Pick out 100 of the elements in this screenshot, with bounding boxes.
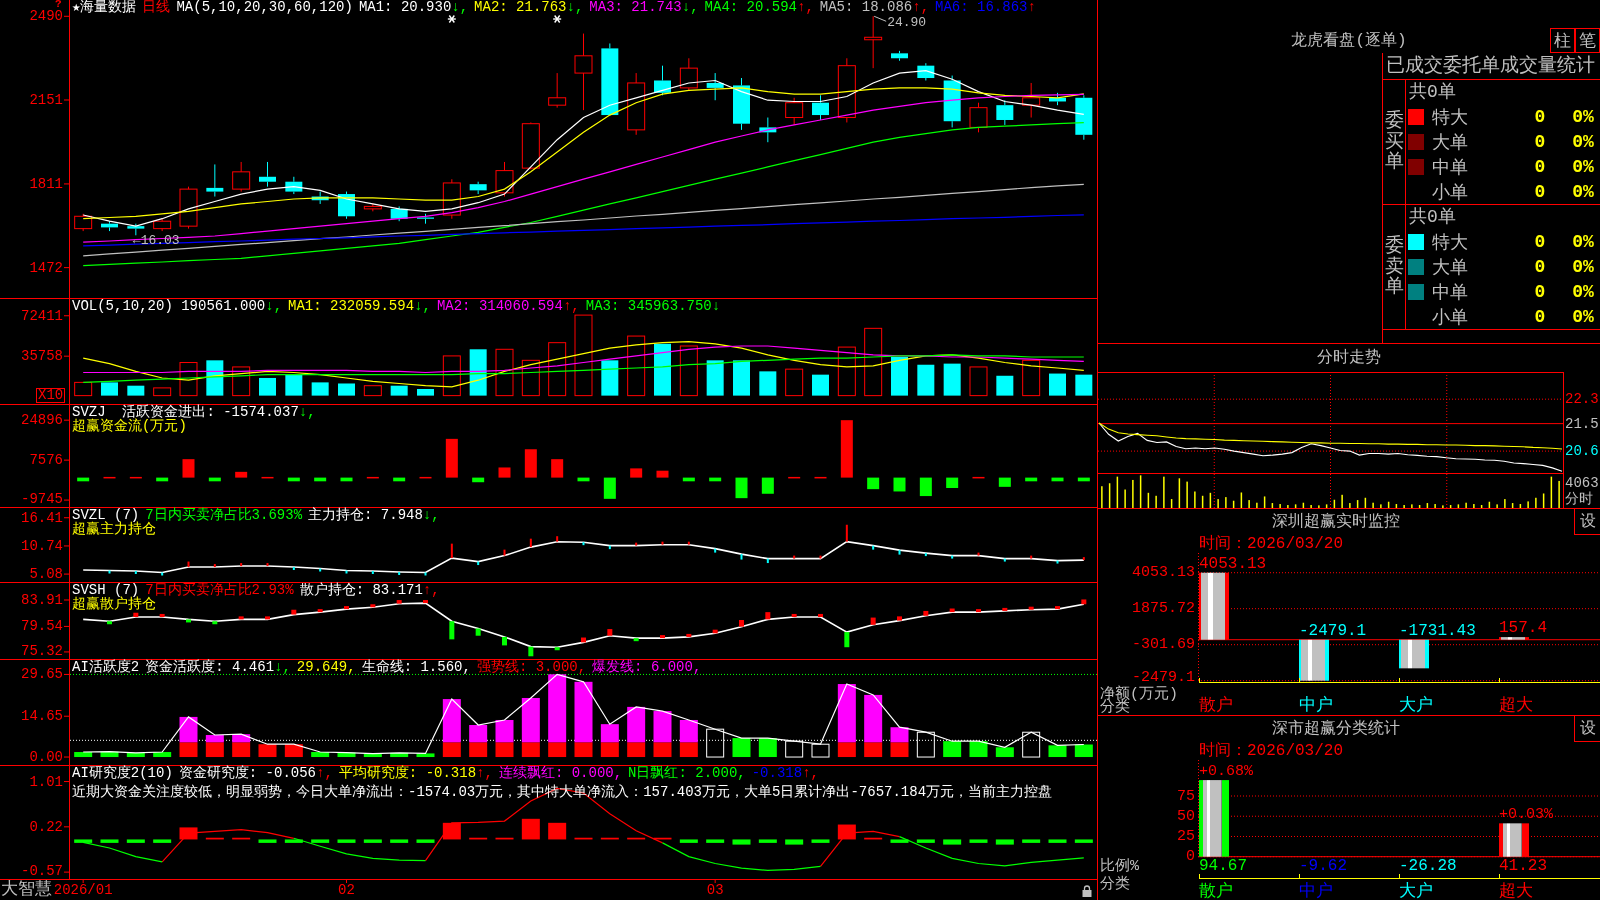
fund-flow-bar [445,438,458,478]
falling-candle [943,75,961,128]
settings-button[interactable]: 设 [1574,716,1600,742]
fund-flow-bar [419,476,432,479]
research-bar [74,839,93,843]
fund-flow-bar [366,476,379,479]
view-toggle-button[interactable]: 笔 [1575,28,1600,53]
help-mark: ? [55,0,62,11]
order-count: 0 [1533,181,1547,202]
activity-bar [153,752,172,758]
fund-flow-bar [709,477,722,482]
activity-bar [469,725,488,743]
volume-bar [442,355,461,397]
volume-bar [654,343,671,396]
legend-item: MA(5,10,20,30,60,120) [176,0,353,14]
order-share: 0% [1571,306,1595,327]
date-label: 2026/01 [53,882,113,898]
fund-flow-bar [1025,477,1038,482]
rising-candle [627,72,646,136]
volume-bar [521,359,540,397]
change-bar [554,647,560,651]
activity-bar [600,724,619,743]
fund-flow-bar [893,477,906,492]
legend-item: AI活跃度2 [72,660,140,674]
order-total: 共0单 [1408,81,1457,104]
change-bar [371,571,374,574]
fund-flow-bar [77,477,90,482]
order-share: 0% [1571,256,1595,277]
order-share: 0% [1571,181,1595,202]
category-label: 超大 [1499,695,1533,715]
research-bar [100,839,119,843]
change-bar [266,563,269,567]
axis-label: 2490 [29,8,63,25]
callout-line [873,15,887,22]
volume-bar [417,389,434,396]
volume-bar [74,381,93,397]
legend-item: 散户持仓: 83.171↑, [299,583,440,597]
order-count: 0 [1533,231,1547,252]
activity-bar [811,743,830,758]
volume-bar [1075,374,1093,396]
falling-candle [338,191,355,220]
axis-label: 75.32 [21,643,63,659]
research-bar [811,839,830,843]
order-count: 0 [1533,131,1547,152]
unit-label: X10 [36,388,66,403]
bar-label: +0.68% [1199,762,1253,780]
axis-label: 24896 [21,412,63,429]
change-bar [319,568,322,572]
view-toggle-button[interactable]: 柱 [1550,28,1575,53]
price-label: 24.90 [887,14,927,30]
research-bar [785,839,804,845]
change-bar [477,561,480,566]
change-bar [607,629,613,636]
change-bar [976,609,981,613]
axis-label: 16.41 [21,509,63,526]
research-bar [416,839,435,843]
legend-item: MA3: 21.743↓, [589,0,699,14]
change-bar [528,646,534,657]
activity-bar [1074,744,1093,758]
value-label: -26.28 [1399,857,1457,875]
change-bar [633,638,639,642]
axis-label: 79.54 [21,618,63,635]
change-bar [265,616,270,620]
rising-candle [548,72,567,109]
research-bar [1022,839,1041,843]
asterisk-icon [552,14,562,24]
falling-candle [891,50,908,62]
volume-bar [679,345,698,397]
research-bar [495,837,514,840]
panel-title: 分时走势 [1316,347,1382,369]
research-bar [548,822,567,840]
change-bar [818,613,823,617]
category-label: 散户 [1199,881,1233,900]
volume-bar [812,374,829,396]
axis-label: 10.74 [21,537,63,554]
fund-flow-bar [208,477,221,482]
volume-bar [232,366,251,397]
change-bar [134,571,137,574]
legend-item: MA1: 232059.594↓, [288,299,431,313]
table-caption: 已成交委托单成交量统计 [1383,53,1600,80]
order-share: 0% [1571,156,1595,177]
rising-candle [1022,82,1041,118]
volume-bar [627,335,646,397]
order-share: 0% [1571,131,1595,152]
legend-item: MA1: 20.930↓, [358,0,469,14]
rising-candle [153,218,172,232]
volume-bar [759,371,777,396]
rising-candle [74,213,93,232]
panel-title: 深市超赢分类统计 [1271,718,1401,740]
change-bar [344,606,349,610]
change-bar [1082,557,1085,561]
falling-candle [759,117,777,143]
settings-button[interactable]: 设 [1574,509,1600,535]
volume-bar [996,375,1014,396]
research-bar [363,839,382,843]
research-bar [732,839,751,845]
falling-candle [1049,92,1066,106]
rising-candle [521,121,540,170]
indicator-subtitle: 超赢资金流(万元) [72,419,187,434]
group-label: 委卖单 [1384,235,1404,299]
